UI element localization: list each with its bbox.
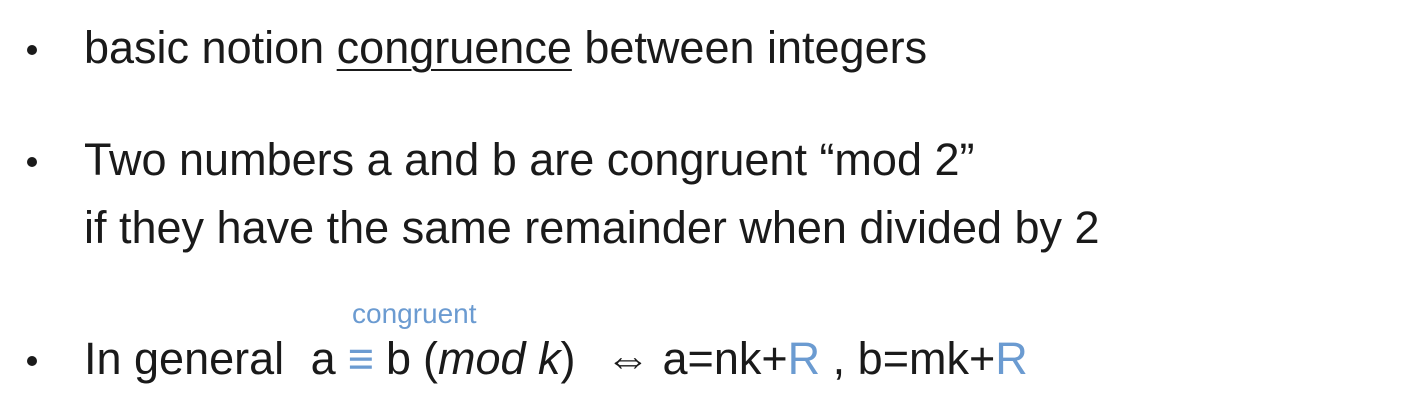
- remainder-r-1: R: [787, 333, 821, 384]
- bullet-2-line-1: Two numbers a and b are congruent “mod 2…: [84, 134, 975, 185]
- bullet-dot-2: [27, 157, 37, 167]
- bullet-1-text: basic notion congruence between integers: [84, 22, 927, 74]
- bullet-1-pre: basic notion: [84, 22, 337, 73]
- var-b: b: [385, 333, 411, 384]
- bullet-1-post: between integers: [571, 22, 928, 73]
- bullet-3-lead: In general: [84, 333, 297, 384]
- bullet-3-text: In general a ≡ b (mod k) ⇔ a=nk+R , b=mk+R: [84, 333, 1028, 385]
- bullet-2-line-2: if they have the same remainder when div…: [84, 202, 1100, 253]
- mod-k: mod k: [437, 333, 561, 384]
- congruent-annotation: congruent: [352, 298, 477, 329]
- bullet-dot-3: [27, 356, 37, 366]
- bullet-1-term: congruence: [336, 22, 572, 73]
- congruence-symbol: ≡: [347, 333, 374, 384]
- mod-close-paren: ): [560, 333, 576, 384]
- equation-a: a=nk+: [662, 333, 788, 384]
- bullet-dot-1: [27, 45, 37, 55]
- equation-separator-b: , b=mk+: [820, 333, 996, 384]
- var-a: a: [310, 333, 336, 384]
- remainder-r-2: R: [995, 333, 1028, 384]
- iff-symbol: ⇔: [605, 333, 651, 384]
- slide: basic notion congruence between integers…: [0, 0, 1407, 418]
- mod-open-paren: (: [422, 333, 438, 384]
